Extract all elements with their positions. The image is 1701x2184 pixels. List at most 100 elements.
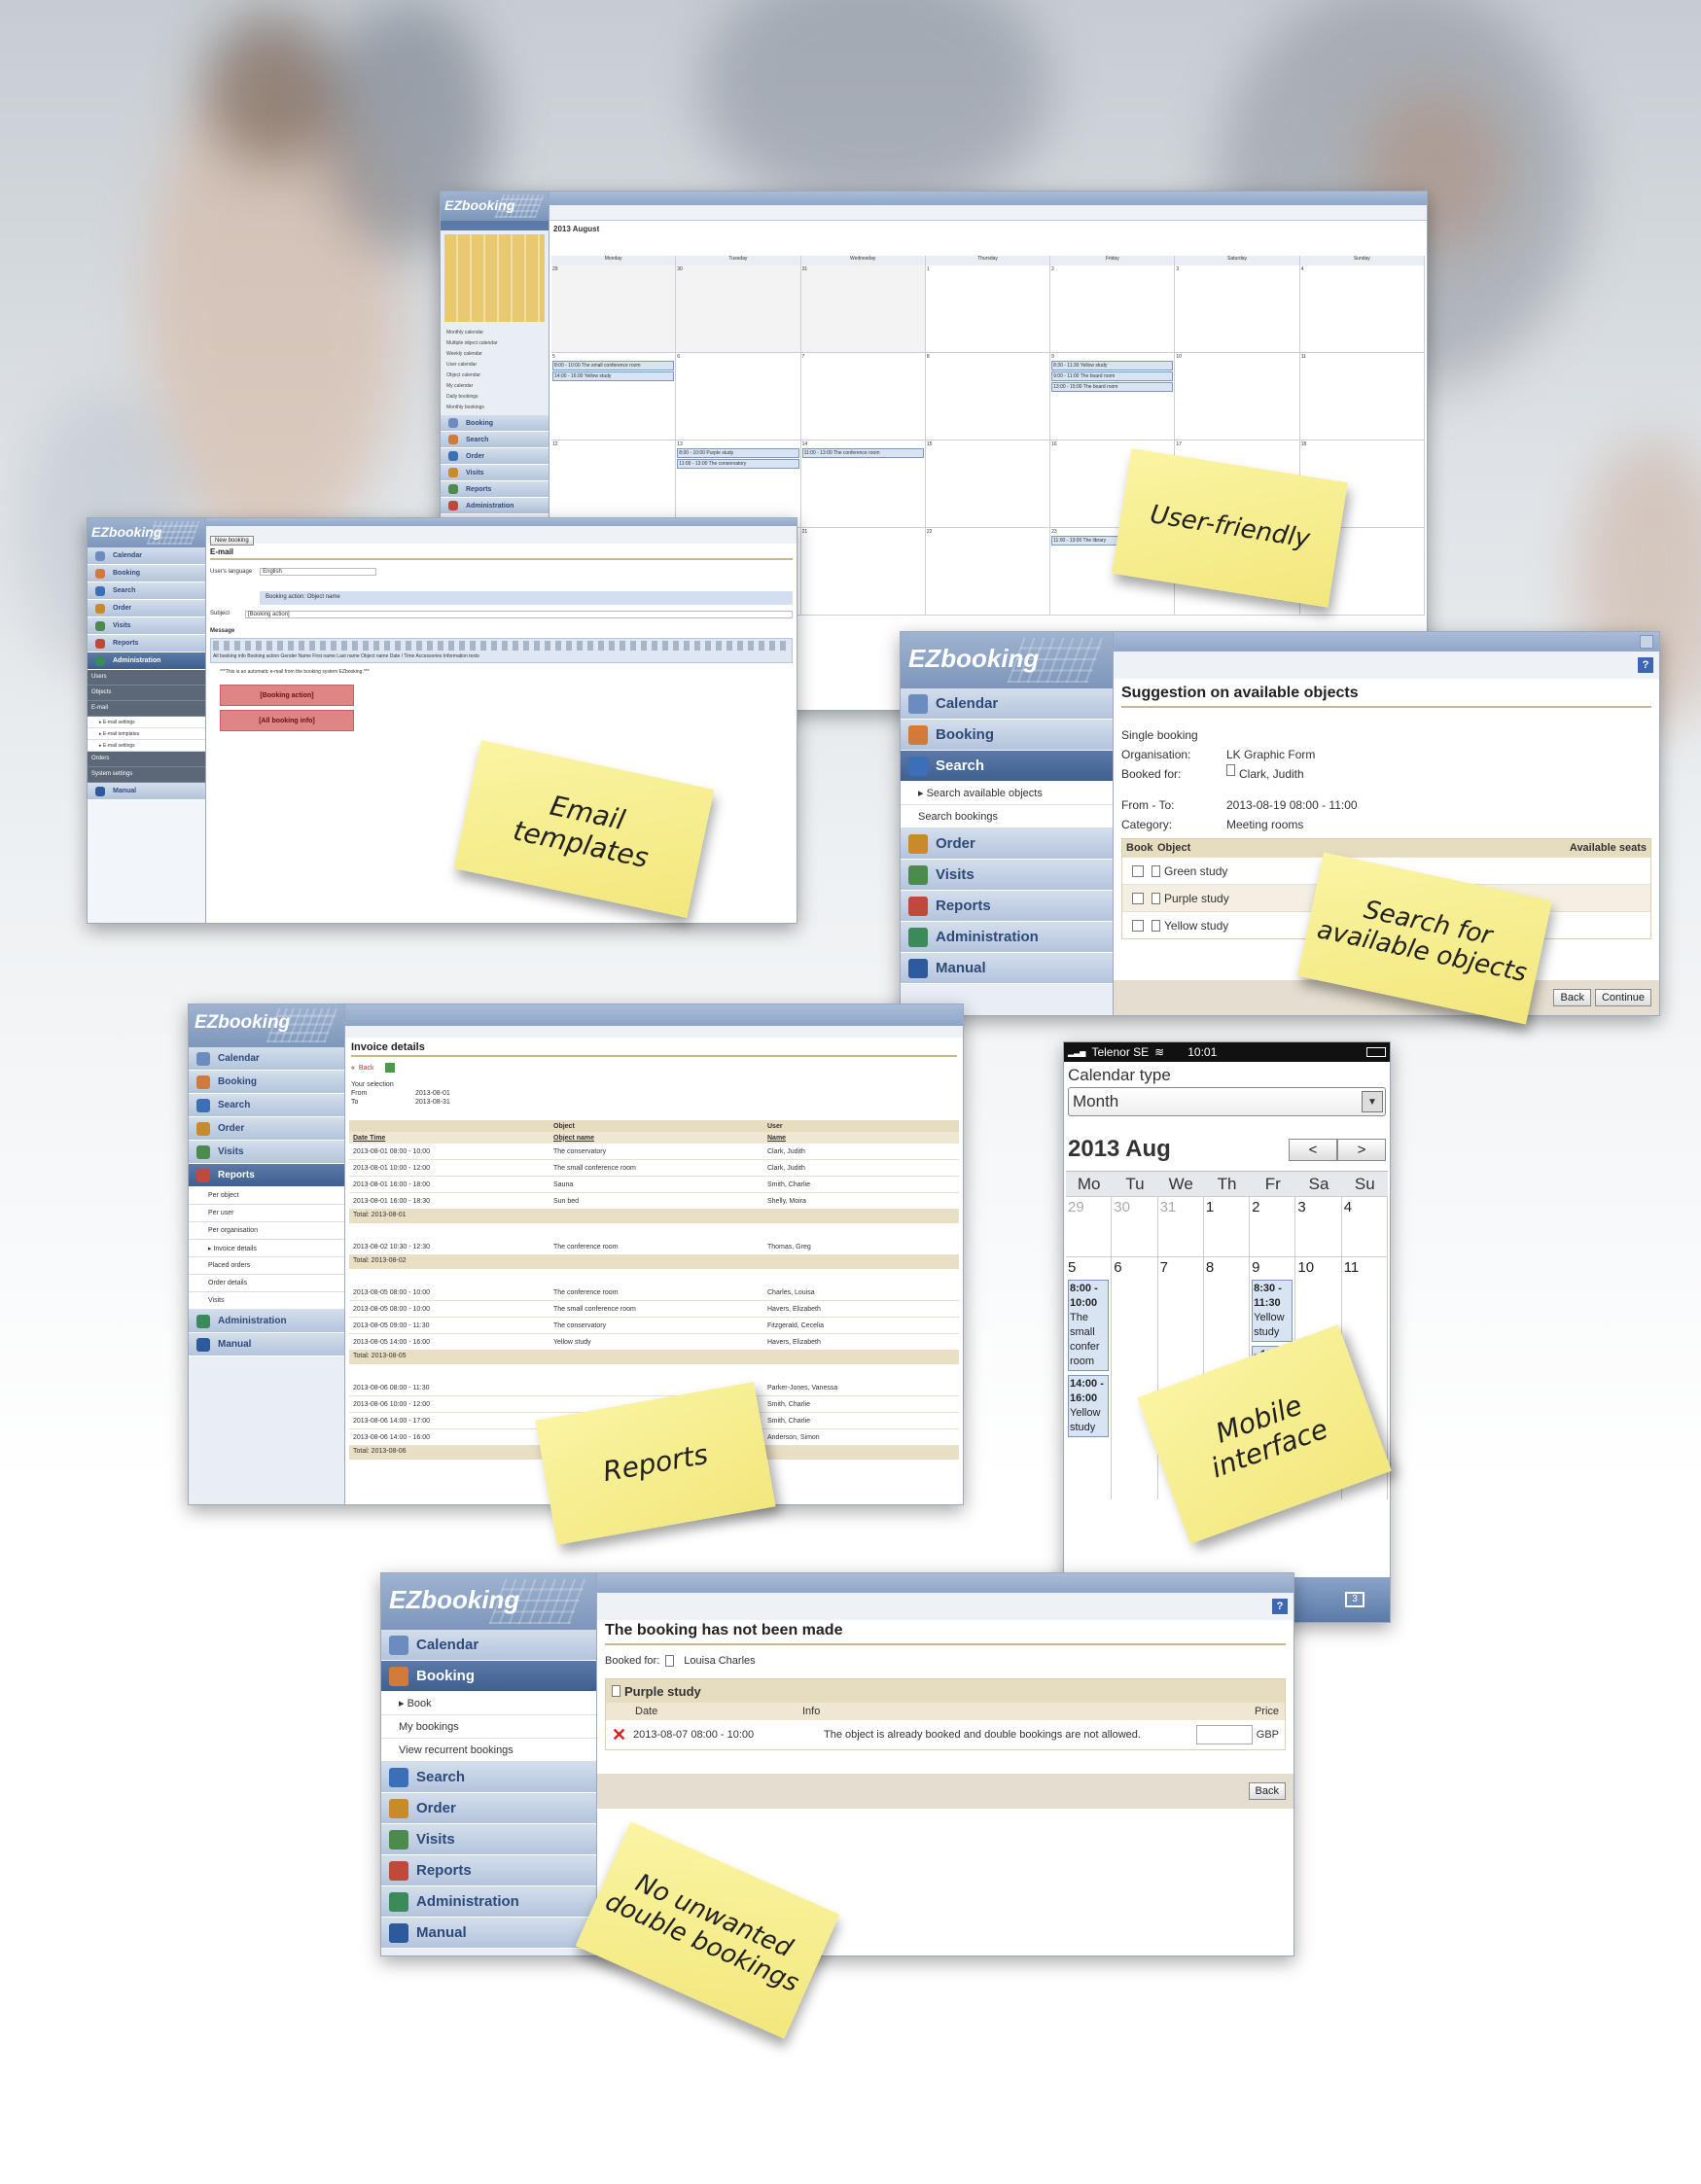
nav-search[interactable]: Search (381, 1762, 596, 1793)
nav-visits[interactable]: Visits (381, 1824, 596, 1855)
admin-sub-orders[interactable]: Orders (88, 752, 205, 767)
day-cell[interactable]: 5 8:00 - 10:00 The small confer room 14:00 … (1066, 1257, 1113, 1499)
nav-calendar[interactable]: Calendar (88, 547, 205, 565)
calendar-view-monthly-calendar[interactable]: Monthly calendar (446, 328, 543, 338)
nav-search[interactable]: Search (88, 582, 205, 600)
subnav-invoice-details[interactable]: ▸ Invoice details (189, 1240, 344, 1257)
day-cell[interactable]: 31 (800, 265, 926, 352)
tag-booking-action[interactable]: [Booking action] (220, 685, 354, 706)
back-arrow-icon[interactable]: « (351, 1065, 355, 1072)
day-cell[interactable]: 14 11:00 - 13:00 The conference room (801, 440, 926, 527)
subnav-my-bookings[interactable]: My bookings (381, 1715, 596, 1739)
email-sub-e-mail-settings[interactable]: ▸ E-mail settings (88, 717, 205, 728)
calendar-view-weekly-calendar[interactable]: Weekly calendar (446, 349, 543, 360)
booking-event[interactable]: 8:00 - 10:00 Purple study (677, 448, 799, 458)
subnav-per-object[interactable]: Per object (189, 1187, 344, 1205)
nav-administration[interactable]: Administration (441, 498, 549, 514)
day-cell[interactable]: 13 8:00 - 10:00 Purple study 11:00 - 13:00… (676, 440, 801, 527)
nav-booking[interactable]: Booking (88, 565, 205, 582)
nav-manual[interactable]: Manual (189, 1333, 344, 1356)
close-icon[interactable] (1640, 635, 1653, 649)
nav-booking[interactable]: Booking (441, 415, 549, 432)
subnav-placed-orders[interactable]: Placed orders (189, 1257, 344, 1275)
day-cell[interactable]: 5 8:00 - 10:00 The small conference room 1… (551, 353, 677, 440)
nav-calendar[interactable]: Calendar (189, 1047, 344, 1071)
nav-calendar[interactable]: Calendar (901, 688, 1113, 720)
nav-order[interactable]: Order (88, 600, 205, 617)
subnav-view-recurrent-bookings[interactable]: View recurrent bookings (381, 1739, 596, 1762)
calendar-view-object-calendar[interactable]: Object calendar (446, 370, 543, 381)
day-cell[interactable]: 3 (1175, 265, 1300, 352)
day-cell[interactable]: 6 (1112, 1257, 1158, 1499)
tag-all-booking-info[interactable]: [All booking info] (220, 710, 354, 731)
day-cell[interactable]: 21 (801, 528, 926, 615)
nav-administration[interactable]: Administration (88, 652, 205, 670)
subnav-order-details[interactable]: Order details (189, 1275, 344, 1292)
day-cell[interactable]: 4 (1342, 1197, 1388, 1256)
nav-order[interactable]: Order (381, 1793, 596, 1824)
subnav-per-user[interactable]: Per user (189, 1205, 344, 1222)
nav-reports[interactable]: Reports (189, 1164, 344, 1187)
col-name[interactable]: Name (767, 1135, 786, 1142)
admin-sub-objects[interactable]: Objects (88, 686, 205, 701)
price-input[interactable] (1195, 1725, 1253, 1744)
book-checkbox[interactable] (1132, 919, 1144, 932)
day-cell[interactable]: 7 (801, 353, 926, 440)
admin-sub-users[interactable]: Users (88, 670, 205, 686)
col-datetime[interactable]: Date Time (349, 1135, 553, 1142)
day-cell[interactable]: 2 (1250, 1197, 1296, 1256)
nav-search[interactable]: Search (901, 751, 1113, 782)
subnav-book[interactable]: ▸ Book (381, 1692, 596, 1715)
calendar-view-my-calendar[interactable]: My calendar (446, 381, 543, 392)
nav-visits[interactable]: Visits (441, 465, 549, 481)
admin-sub-system-settings[interactable]: System settings (88, 767, 205, 783)
nav-search[interactable]: Search (441, 432, 549, 448)
next-month-button[interactable]: > (1337, 1138, 1386, 1161)
continue-button[interactable]: Continue (1594, 989, 1651, 1006)
nav-reports[interactable]: Reports (901, 891, 1113, 922)
day-cell[interactable]: 9 8:30 - 11:30 Yellow study 9:00 - 11:00 T… (1050, 353, 1176, 440)
tabs-icon[interactable]: 3 (1345, 1592, 1364, 1607)
object-name[interactable]: Green study (1164, 864, 1227, 878)
day-cell[interactable]: 29 (551, 265, 677, 352)
template-select[interactable]: New booking (210, 536, 254, 546)
nav-visits[interactable]: Visits (88, 617, 205, 635)
subject-field[interactable]: [Booking action] (245, 611, 793, 618)
booking-event[interactable]: 8:00 - 10:00 The small conference room (552, 361, 675, 370)
book-checkbox[interactable] (1132, 892, 1144, 904)
help-icon[interactable]: ? (1638, 657, 1653, 673)
booking-event[interactable]: 8:00 - 10:00 The small confer room (1068, 1280, 1110, 1371)
calendar-type-select[interactable]: Month ▼ (1068, 1087, 1386, 1116)
day-cell[interactable]: 30 (1112, 1197, 1158, 1256)
day-cell[interactable]: 4 (1300, 265, 1425, 352)
day-cell[interactable]: 1 (926, 265, 1051, 352)
nav-order[interactable]: Order (441, 448, 549, 465)
prev-month-button[interactable]: < (1289, 1138, 1337, 1161)
nav-booking[interactable]: Booking (381, 1661, 596, 1692)
nav-administration[interactable]: Administration (189, 1310, 344, 1333)
email-sub-e-mail-settings[interactable]: ▸ E-mail settings (88, 740, 205, 752)
nav-reports[interactable]: Reports (88, 635, 205, 652)
day-cell[interactable]: 29 (1066, 1197, 1113, 1256)
calendar-view-monthly-bookings[interactable]: Monthly bookings (446, 403, 543, 413)
nav-administration[interactable]: Administration (381, 1886, 596, 1918)
mini-calendar[interactable] (444, 234, 545, 322)
help-icon[interactable]: ? (1272, 1599, 1288, 1614)
nav-reports[interactable]: Reports (441, 481, 549, 498)
nav-order[interactable]: Order (189, 1117, 344, 1141)
day-cell[interactable]: 22 (926, 528, 1051, 615)
back-button[interactable]: Back (1553, 989, 1591, 1006)
nav-manual[interactable]: Manual (901, 953, 1113, 984)
nav-calendar[interactable]: Calendar (381, 1630, 596, 1661)
language-select[interactable]: English (260, 568, 377, 576)
day-cell[interactable]: 3 (1295, 1197, 1342, 1256)
day-cell[interactable]: 6 (676, 353, 801, 440)
nav-order[interactable]: Order (901, 828, 1113, 860)
day-cell[interactable]: 12 (551, 440, 677, 527)
day-cell[interactable]: 8 (926, 353, 1051, 440)
booking-event[interactable]: 11:00 - 13:00 The conservatory (677, 459, 799, 469)
calendar-view-daily-bookings[interactable]: Daily bookings (446, 392, 543, 403)
nav-reports[interactable]: Reports (381, 1855, 596, 1886)
editor-toolbar[interactable]: All booking info Booking action Gender N… (210, 638, 793, 663)
day-cell[interactable]: 11 (1300, 353, 1425, 440)
